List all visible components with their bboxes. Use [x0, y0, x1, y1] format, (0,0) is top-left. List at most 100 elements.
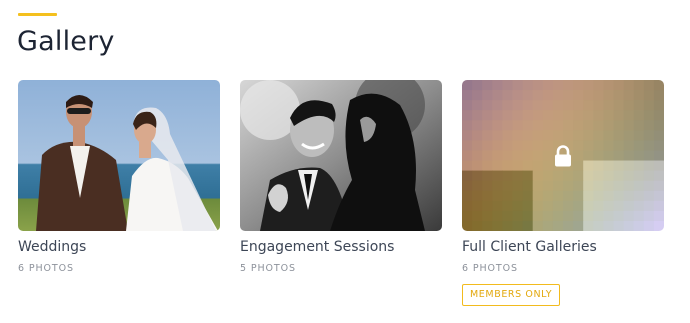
mosaic-tile	[472, 90, 483, 101]
mosaic-tile	[613, 120, 625, 131]
mosaic-tile	[613, 220, 625, 231]
gallery-title[interactable]: Engagement Sessions	[240, 239, 442, 255]
mosaic-tile	[472, 80, 483, 91]
mosaic-tile	[603, 180, 615, 192]
mosaic-tile	[502, 100, 514, 111]
mosaic-tile	[623, 140, 635, 152]
mosaic-tile	[593, 140, 604, 152]
mosaic-tile	[482, 160, 493, 172]
mosaic-tile	[613, 170, 625, 182]
mosaic-tile	[462, 200, 473, 212]
mosaic-tile	[542, 210, 554, 222]
mosaic-tile	[542, 200, 554, 212]
gallery-card-full-client-galleries[interactable]: Full Client Galleries 6 PHOTOS MEMBERS O…	[462, 80, 664, 306]
mosaic-tile	[522, 180, 534, 192]
mosaic-tile	[522, 220, 534, 231]
mosaic-tile	[653, 130, 664, 141]
mosaic-tile	[552, 170, 564, 182]
mosaic-tile	[653, 180, 664, 192]
gallery-card-weddings[interactable]: Weddings 6 PHOTOS	[18, 80, 220, 274]
mosaic-tile	[613, 210, 625, 222]
gallery-card-engagement-sessions[interactable]: Engagement Sessions 5 PHOTOS	[240, 80, 442, 274]
gallery-title[interactable]: Weddings	[18, 239, 220, 255]
mosaic-tile	[583, 140, 594, 152]
mosaic-tile	[502, 110, 514, 121]
mosaic-tile	[633, 190, 645, 202]
gallery-title[interactable]: Full Client Galleries	[462, 239, 664, 255]
mosaic-tile	[623, 150, 635, 162]
mosaic-tile	[633, 140, 645, 152]
mosaic-tile	[472, 100, 483, 111]
mosaic-tile	[522, 130, 534, 141]
mosaic-tile	[563, 120, 574, 131]
mosaic-tile	[603, 220, 615, 231]
mosaic-tile	[573, 200, 584, 212]
mosaic-tile	[593, 160, 604, 172]
gallery-thumbnail[interactable]	[18, 80, 220, 231]
mosaic-tile	[512, 80, 524, 91]
mosaic-tile	[542, 100, 554, 111]
mosaic-tile	[522, 90, 534, 101]
mosaic-tile	[633, 80, 645, 91]
mosaic-tile	[573, 120, 584, 131]
mosaic-tile	[643, 180, 655, 192]
mosaic-tile	[482, 220, 493, 231]
mosaic-tile	[593, 80, 604, 91]
mosaic-tile	[472, 140, 483, 152]
mosaic-tile	[633, 150, 645, 162]
mosaic-tile	[613, 130, 625, 141]
mosaic-tile	[492, 130, 503, 141]
mosaic-tile	[472, 110, 483, 121]
mosaic-tile	[653, 220, 664, 231]
mosaic-tile	[532, 80, 544, 91]
mosaic-tile	[653, 200, 664, 212]
lock-icon	[554, 144, 572, 167]
mosaic-tile	[593, 120, 604, 131]
mosaic-tile	[623, 110, 635, 121]
mosaic-tile	[653, 210, 664, 222]
mosaic-tile	[583, 100, 594, 111]
mosaic-tile	[492, 160, 503, 172]
mosaic-tile	[542, 170, 554, 182]
mosaic-tile	[512, 100, 524, 111]
mosaic-tile	[633, 210, 645, 222]
mosaic-tile	[643, 160, 655, 172]
mosaic-tile	[522, 80, 534, 91]
mosaic-tile	[603, 160, 615, 172]
mosaic-tile	[623, 190, 635, 202]
mosaic-tile	[492, 200, 503, 212]
mosaic-tile	[633, 90, 645, 101]
mosaic-tile	[472, 160, 483, 172]
mosaic-tile	[573, 140, 584, 152]
mosaic-tile	[603, 150, 615, 162]
mosaic-tile	[532, 220, 544, 231]
mosaic-tile	[532, 140, 544, 152]
mosaic-tile	[462, 80, 473, 91]
gallery-thumbnail[interactable]	[240, 80, 442, 231]
mosaic-tile	[472, 220, 483, 231]
mosaic-tile	[563, 220, 574, 231]
mosaic-tile	[603, 110, 615, 121]
mosaic-tile	[542, 220, 554, 231]
mosaic-tile	[643, 190, 655, 202]
mosaic-tile	[462, 100, 473, 111]
mosaic-tile	[492, 80, 503, 91]
mosaic-tile	[462, 210, 473, 222]
gallery-thumbnail-locked[interactable]	[462, 80, 664, 231]
mosaic-tile	[593, 220, 604, 231]
mosaic-tile	[653, 80, 664, 91]
mosaic-tile	[532, 160, 544, 172]
mosaic-tile	[563, 80, 574, 91]
mosaic-tile	[643, 90, 655, 101]
mosaic-tile	[482, 100, 493, 111]
mosaic-tile	[603, 80, 615, 91]
mosaic-tile	[462, 160, 473, 172]
mosaic-tile	[482, 80, 493, 91]
mosaic-tile	[472, 210, 483, 222]
mosaic-tile	[482, 90, 493, 101]
mosaic-tile	[522, 100, 534, 111]
mosaic-tile	[613, 180, 625, 192]
mosaic-tile	[563, 90, 574, 101]
mosaic-tile	[552, 120, 564, 131]
mosaic-tile	[643, 220, 655, 231]
